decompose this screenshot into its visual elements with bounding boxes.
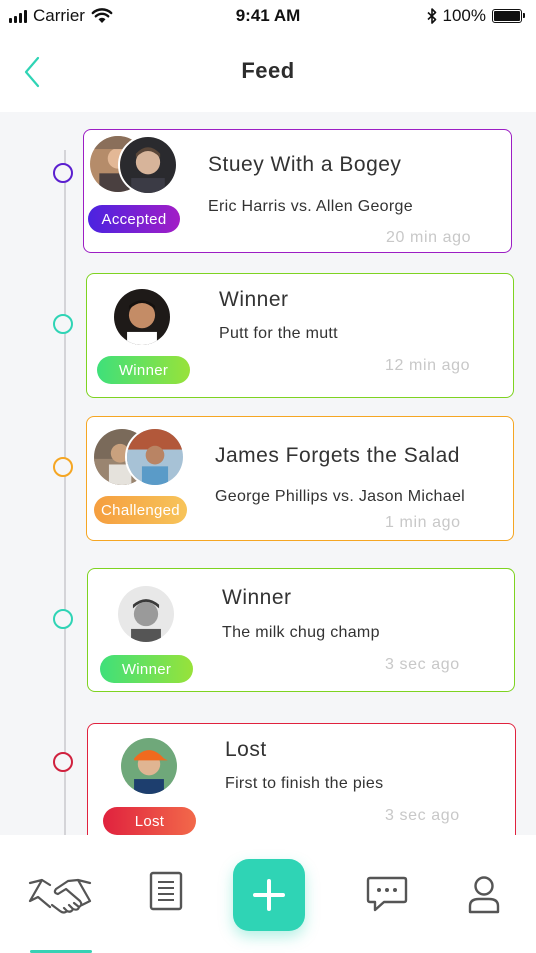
card-title: Lost [225,738,267,761]
battery-icon [492,9,525,23]
card-title: Winner [222,586,292,609]
timeline-line [64,150,66,840]
card-subtitle: George Phillips vs. Jason Michael [215,488,466,505]
bluetooth-icon [426,8,436,24]
avatar [118,135,178,195]
add-button[interactable] [233,859,305,931]
avatar [119,736,179,796]
timeline-node [53,752,73,772]
document-icon [149,871,183,911]
card-timestamp: 12 min ago [385,357,471,374]
card-timestamp: 1 min ago [385,514,461,531]
status-badge: Lost [103,807,196,835]
card-title: Winner [219,288,289,311]
card-subtitle: Eric Harris vs. Allen George [208,198,413,215]
card-subtitle: Putt for the mutt [219,325,338,342]
timeline-node [53,457,73,477]
battery-fill [494,11,520,21]
status-badge: Challenged [94,496,187,524]
card-timestamp: 20 min ago [386,229,472,246]
timeline-node [53,609,73,629]
avatar [116,584,176,644]
feed-card[interactable]: Winner Winner Putt for the mutt 12 min a… [86,273,514,398]
card-title: Stuey With a Bogey [208,153,402,176]
feed-card[interactable]: Challenged James Forgets the Salad Georg… [86,416,514,541]
card-title: James Forgets the Salad [215,444,460,467]
handshake-icon [28,878,92,914]
status-right: 100% [426,6,525,26]
tab-messages[interactable] [366,875,408,913]
battery-percent: 100% [442,6,486,25]
tab-profile[interactable] [467,875,501,915]
status-bar: Carrier 9:41 AM 100% [0,0,536,32]
card-timestamp: 3 sec ago [385,656,460,673]
tab-bar [0,835,536,953]
chat-icon [366,876,408,912]
card-subtitle: First to finish the pies [225,775,384,792]
avatar [125,427,185,487]
plus-icon [253,879,285,911]
timeline-node [53,314,73,334]
card-timestamp: 3 sec ago [385,807,460,824]
status-badge: Winner [100,655,193,683]
feed-card[interactable]: Winner Winner The milk chug champ 3 sec … [87,568,515,692]
avatar [112,287,172,347]
feed-card[interactable]: Accepted Stuey With a Bogey Eric Harris … [83,129,512,253]
tab-handshake[interactable] [28,877,92,915]
status-badge: Winner [97,356,190,384]
feed-card[interactable]: Lost Lost First to finish the pies 3 sec… [87,723,516,848]
status-badge: Accepted [88,205,180,233]
tab-documents[interactable] [149,871,183,911]
profile-icon [468,876,500,914]
timeline-node [53,163,73,183]
page-title: Feed [241,58,295,83]
nav-bar: Feed [0,32,536,112]
card-subtitle: The milk chug champ [222,624,380,641]
